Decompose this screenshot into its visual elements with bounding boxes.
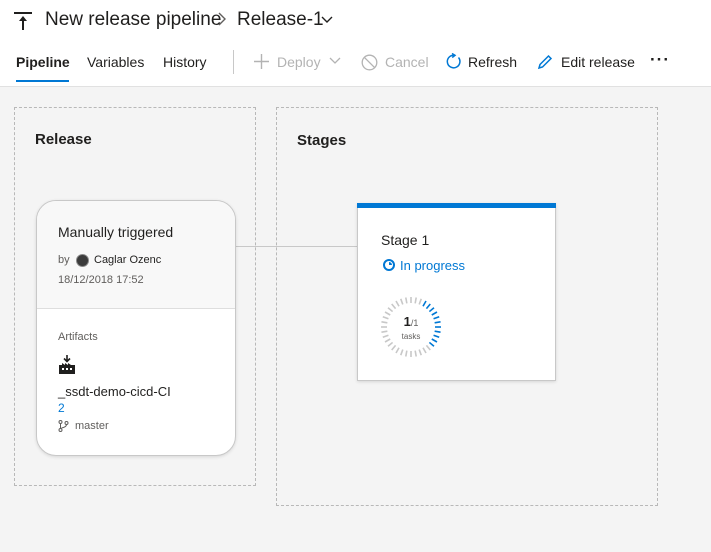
plus-icon: [254, 54, 269, 69]
progress-tick: [418, 349, 423, 356]
by-label: by: [58, 254, 70, 266]
release-panel-title: Release: [35, 131, 92, 148]
pencil-icon: [537, 54, 553, 70]
pipeline-icon: [14, 12, 32, 30]
progress-tick: [405, 350, 408, 357]
cancel-icon: [361, 54, 378, 71]
release-name: Release-1: [237, 9, 324, 30]
refresh-label: Refresh: [468, 54, 518, 70]
triggered-by-user: Caglar Ozenc: [94, 254, 162, 266]
progress-tick: [418, 298, 423, 305]
toolbar-divider: [233, 50, 234, 74]
progress-tick: [414, 350, 417, 357]
progress-tick: [391, 344, 397, 351]
release-trigger-card[interactable]: Manually triggered by Caglar Ozenc 18/12…: [36, 200, 236, 456]
stage-name: Stage 1: [381, 232, 430, 248]
progress-tick: [387, 341, 394, 347]
release-header: New release pipeline Release-1 Pipeline …: [0, 0, 711, 87]
progress-tick: [395, 300, 400, 307]
avatar: [76, 254, 89, 267]
chevron-right-icon: [218, 12, 226, 26]
progress-tick: [425, 303, 431, 310]
active-tab-indicator: [16, 80, 69, 82]
tab-pipeline[interactable]: Pipeline: [16, 54, 70, 70]
trigger-type: Manually triggered: [58, 224, 174, 240]
progress-tick: [391, 303, 397, 310]
artifact-branch: master: [75, 420, 109, 432]
chevron-down-icon: [329, 57, 341, 64]
progress-tick: [399, 349, 404, 356]
stage-card[interactable]: Stage 1 In progress 1/1 tasks: [357, 203, 556, 381]
tab-history[interactable]: History: [163, 54, 207, 70]
stage-status-bar: [357, 203, 556, 208]
artifacts-heading: Artifacts: [58, 331, 98, 343]
more-actions-button[interactable]: ···: [650, 50, 670, 70]
progress-tick: [399, 298, 404, 305]
cancel-label: Cancel: [385, 54, 429, 70]
tasks-total: /1: [410, 318, 419, 328]
progress-tick: [414, 297, 417, 304]
trigger-timestamp: 18/12/2018 17:52: [58, 274, 144, 286]
pipeline-connector: [234, 246, 357, 247]
deploy-label: Deploy: [277, 54, 321, 70]
progress-tick: [395, 347, 400, 354]
progress-tick: [405, 297, 408, 304]
progress-tick: [387, 307, 394, 313]
refresh-icon: [446, 53, 461, 69]
stages-panel-title: Stages: [297, 132, 347, 149]
artifact-version-link[interactable]: 2: [58, 401, 65, 415]
tasks-count: 1/1: [380, 314, 442, 329]
progress-tick: [428, 341, 435, 347]
edit-release-label: Edit release: [561, 54, 635, 70]
artifact-name: _ssdt-demo-cicd-CI: [58, 384, 171, 399]
pipeline-name-link[interactable]: New release pipeline: [45, 9, 221, 31]
tab-variables[interactable]: Variables: [87, 54, 144, 70]
in-progress-icon: [383, 259, 395, 271]
branch-icon: [58, 420, 69, 432]
progress-tick: [422, 347, 427, 354]
progress-tick: [422, 300, 427, 307]
stage-status[interactable]: In progress: [400, 258, 465, 273]
tasks-label: tasks: [401, 332, 421, 341]
progress-tick: [425, 344, 431, 351]
build-artifact-icon: [59, 355, 75, 374]
chevron-down-icon[interactable]: [320, 14, 334, 26]
tasks-done: 1: [403, 314, 411, 329]
progress-tick: [428, 307, 435, 313]
